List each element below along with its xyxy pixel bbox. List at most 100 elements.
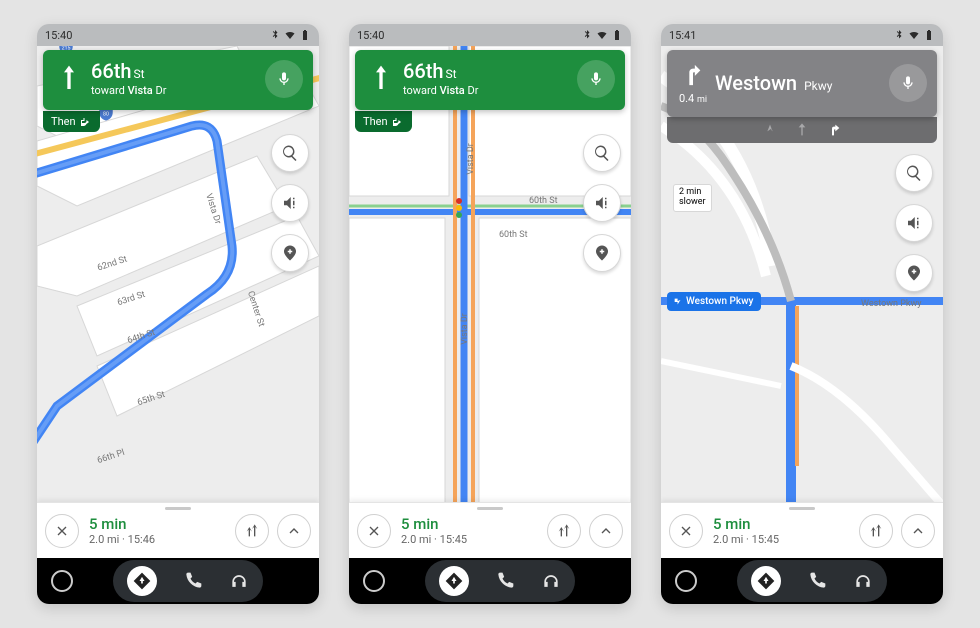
search-button[interactable] xyxy=(583,134,621,172)
battery-icon xyxy=(923,29,935,41)
alt-routes-button[interactable] xyxy=(547,514,581,548)
street-label: Westown Pkwy xyxy=(861,299,921,309)
street-label: 60th St xyxy=(529,196,558,206)
turn-right-icon: 0.4 mi xyxy=(677,60,709,105)
road-name: Westown xyxy=(715,71,797,95)
turn-straight-icon xyxy=(53,64,85,94)
then-step[interactable]: Then xyxy=(355,111,412,132)
close-button[interactable] xyxy=(669,514,703,548)
alt-routes-button[interactable] xyxy=(235,514,269,548)
sound-button[interactable] xyxy=(583,184,621,222)
phone-app-button[interactable] xyxy=(807,571,827,591)
alt-route-hint[interactable]: 2 min slower xyxy=(673,184,712,212)
then-label: Then xyxy=(363,115,388,128)
wifi-icon xyxy=(284,29,296,41)
phone-app-button[interactable] xyxy=(183,571,203,591)
toward-label: toward xyxy=(403,84,437,97)
sheet-handle[interactable] xyxy=(477,507,503,510)
road-name: 66th xyxy=(91,59,132,83)
expand-button[interactable] xyxy=(589,514,623,548)
expand-button[interactable] xyxy=(277,514,311,548)
headphones-app-button[interactable] xyxy=(229,571,249,591)
bluetooth-icon xyxy=(893,29,905,41)
sheet-handle[interactable] xyxy=(789,507,815,510)
report-button[interactable] xyxy=(271,234,309,272)
status-bar: 15:40 xyxy=(349,24,631,46)
close-button[interactable] xyxy=(45,514,79,548)
status-time: 15:40 xyxy=(45,29,72,42)
street-chip-label: Westown Pkwy xyxy=(686,296,753,307)
eta-time: 5 min xyxy=(89,515,235,533)
home-circle-button[interactable] xyxy=(51,570,73,592)
trip-sheet[interactable]: 5 min 2.0 mi · 15:45 xyxy=(661,502,943,558)
close-button[interactable] xyxy=(357,514,391,548)
voice-button[interactable] xyxy=(577,60,615,98)
eta-detail: 2.0 mi · 15:45 xyxy=(401,533,547,546)
report-button[interactable] xyxy=(895,254,933,292)
eta-time: 5 min xyxy=(713,515,859,533)
toward-suffix: Dr xyxy=(155,84,166,97)
wifi-icon xyxy=(908,29,920,41)
nav-app-button[interactable] xyxy=(127,566,157,596)
street-label: Vista Dr xyxy=(466,143,476,175)
direction-banner[interactable]: 66thSt toward Vista Dr xyxy=(355,50,625,110)
app-dock xyxy=(425,560,575,602)
trip-sheet[interactable]: 5 min 2.0 mi · 15:45 xyxy=(349,502,631,558)
battery-icon xyxy=(299,29,311,41)
road-name: 66th xyxy=(403,59,444,83)
then-label: Then xyxy=(51,115,76,128)
expand-button[interactable] xyxy=(901,514,935,548)
nav-app-button[interactable] xyxy=(751,566,781,596)
nav-dock xyxy=(661,558,943,604)
street-label: Vista Dr xyxy=(460,313,470,345)
bluetooth-icon xyxy=(581,29,593,41)
nav-app-button[interactable] xyxy=(439,566,469,596)
app-dock xyxy=(737,560,887,602)
toward-dest: Vista xyxy=(440,84,465,97)
status-bar: 15:40 xyxy=(37,24,319,46)
status-bar: 15:41 xyxy=(661,24,943,46)
lane-guidance xyxy=(667,117,937,143)
trip-sheet[interactable]: 5 min 2.0 mi · 15:46 xyxy=(37,502,319,558)
battery-icon xyxy=(611,29,623,41)
road-suffix: St xyxy=(446,67,457,81)
app-dock xyxy=(113,560,263,602)
sound-button[interactable] xyxy=(895,204,933,242)
toward-dest: Vista xyxy=(128,84,153,97)
report-button[interactable] xyxy=(583,234,621,272)
toward-label: toward xyxy=(91,84,125,97)
lane-slight-left-icon xyxy=(762,122,778,138)
voice-button[interactable] xyxy=(265,60,303,98)
status-icons xyxy=(269,29,311,41)
turn-straight-icon xyxy=(365,64,397,94)
route-street-chip[interactable]: Westown Pkwy xyxy=(667,292,761,311)
nav-dock xyxy=(37,558,319,604)
sound-button[interactable] xyxy=(271,184,309,222)
sheet-handle[interactable] xyxy=(165,507,191,510)
phone-screenshot-2: 15:40 Vista Dr 60th St 60th St Vista Dr xyxy=(349,24,631,604)
then-step[interactable]: Then xyxy=(43,111,100,132)
status-icons xyxy=(893,29,935,41)
nav-dock xyxy=(349,558,631,604)
toward-suffix: Dr xyxy=(467,84,478,97)
wifi-icon xyxy=(596,29,608,41)
direction-banner[interactable]: 66thSt toward Vista Dr xyxy=(43,50,313,110)
search-button[interactable] xyxy=(895,154,933,192)
headphones-app-button[interactable] xyxy=(853,571,873,591)
voice-button[interactable] xyxy=(889,64,927,102)
bluetooth-icon xyxy=(269,29,281,41)
eta-detail: 2.0 mi · 15:45 xyxy=(713,533,859,546)
phone-screenshot-1: 15:40 215 80 62nd St 63rd St 64th St 65t… xyxy=(37,24,319,604)
home-circle-button[interactable] xyxy=(363,570,385,592)
eta-detail: 2.0 mi · 15:46 xyxy=(89,533,235,546)
phone-screenshot-3: 15:41 Westown Pkwy Westown Pkwy 2 min xyxy=(661,24,943,604)
direction-banner[interactable]: 0.4 mi Westown Pkwy xyxy=(667,50,937,117)
phone-app-button[interactable] xyxy=(495,571,515,591)
hint-chip-label: 2 min slower xyxy=(679,187,706,207)
alt-routes-button[interactable] xyxy=(859,514,893,548)
search-button[interactable] xyxy=(271,134,309,172)
road-suffix: Pkwy xyxy=(804,79,832,93)
headphones-app-button[interactable] xyxy=(541,571,561,591)
home-circle-button[interactable] xyxy=(675,570,697,592)
eta-time: 5 min xyxy=(401,515,547,533)
